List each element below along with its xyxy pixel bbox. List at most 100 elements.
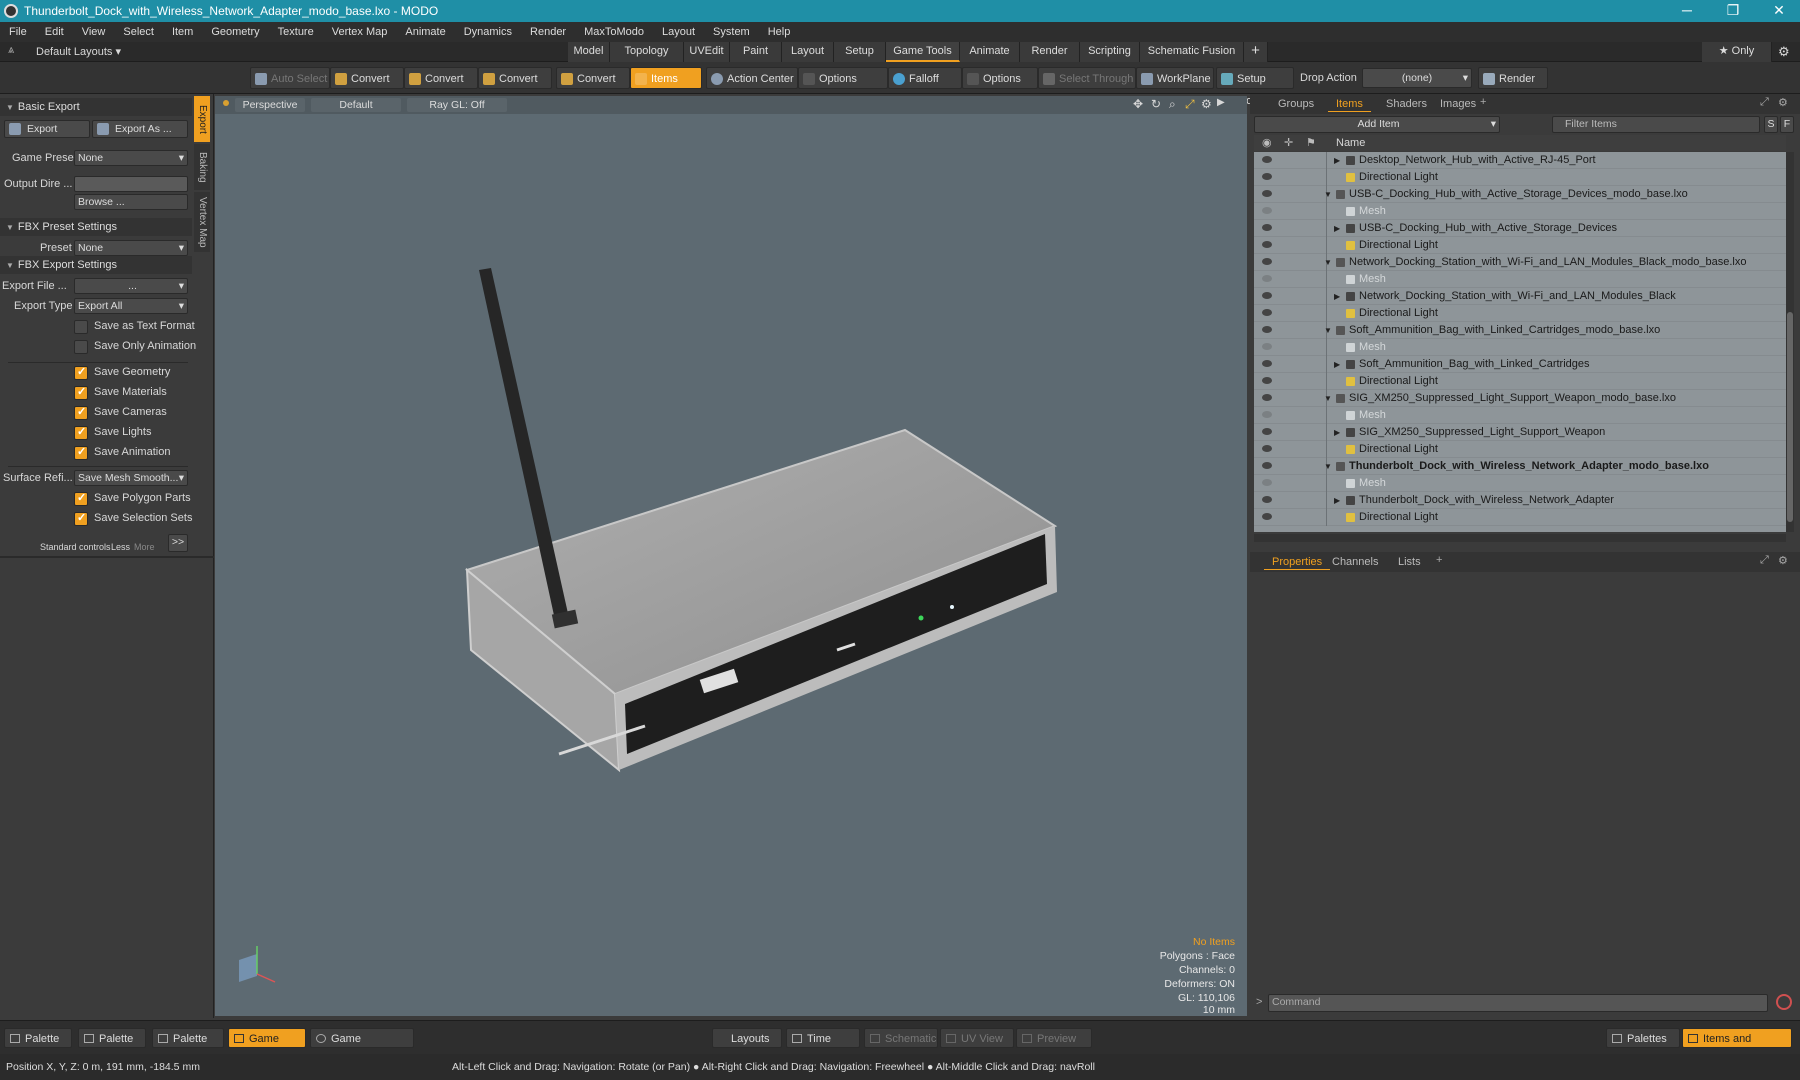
viewport-menu-arrow-icon[interactable]: ▶	[1217, 97, 1225, 108]
layouts-button[interactable]: Layouts	[712, 1028, 782, 1048]
shading-button[interactable]: Default	[311, 98, 401, 112]
eye-icon[interactable]	[1262, 428, 1272, 435]
scrollbar-thumb[interactable]	[1787, 312, 1793, 522]
convert-button-4[interactable]: Convert	[556, 67, 630, 89]
save-polygon-parts-checkbox[interactable]	[74, 491, 88, 506]
fbx-preset-header[interactable]: ▼ FBX Preset Settings	[0, 218, 192, 236]
setup-mode-button[interactable]: Setup Mode	[1216, 67, 1294, 107]
tab-export[interactable]: Export	[194, 96, 210, 142]
eye-icon[interactable]	[1262, 207, 1272, 214]
add-item-button[interactable]: Add Item	[1254, 116, 1500, 133]
auto-select-button[interactable]: Auto Select	[250, 67, 330, 89]
expand-down-icon[interactable]: ▼	[1324, 322, 1332, 339]
expand-icon[interactable]: ⤢	[1760, 96, 1769, 109]
tab-schematic-fusion[interactable]: Schematic Fusion	[1140, 42, 1244, 62]
preset-select[interactable]: None	[74, 240, 188, 256]
expand-button[interactable]: >>	[168, 534, 188, 552]
menu-layout[interactable]: Layout	[653, 26, 704, 38]
palette-button-1[interactable]: Palette	[4, 1028, 72, 1048]
filter-f-button[interactable]: F	[1780, 116, 1794, 133]
filter-s-button[interactable]: S	[1764, 116, 1778, 133]
convert-button-3[interactable]: Convert	[478, 67, 552, 89]
workplane-button[interactable]: WorkPlane	[1136, 67, 1214, 89]
eye-icon[interactable]	[1262, 462, 1272, 469]
save-text-format-checkbox[interactable]	[74, 320, 88, 334]
eye-icon[interactable]	[1262, 377, 1272, 384]
menu-vertex-map[interactable]: Vertex Map	[323, 26, 397, 38]
menu-texture[interactable]: Texture	[269, 26, 323, 38]
menu-render[interactable]: Render	[521, 26, 575, 38]
fbx-export-header[interactable]: ▼ FBX Export Settings	[0, 256, 192, 274]
menu-help[interactable]: Help	[759, 26, 800, 38]
eye-icon[interactable]	[1262, 394, 1272, 401]
preview-button[interactable]: Preview	[1016, 1028, 1092, 1048]
export-type-select[interactable]: Export All	[74, 298, 188, 314]
eye-icon[interactable]	[1262, 445, 1272, 452]
pan-icon[interactable]: ✥	[1133, 97, 1143, 111]
export-as-button[interactable]: Export As ...	[92, 120, 188, 138]
eye-icon[interactable]	[1262, 190, 1272, 197]
tab-scripting[interactable]: Scripting	[1080, 42, 1140, 62]
save-materials-checkbox[interactable]	[74, 385, 88, 400]
surface-refine-select[interactable]: Save Mesh Smooth...	[74, 470, 188, 486]
options-button-2[interactable]: Options	[962, 67, 1038, 89]
tab-game-tools[interactable]: Game Tools	[886, 42, 960, 62]
list-item[interactable]: Directional Light	[1254, 237, 1786, 254]
game-preset-select[interactable]: None	[74, 150, 188, 166]
falloff-button[interactable]: Falloff	[888, 67, 962, 89]
drop-action-select[interactable]: (none)	[1362, 68, 1472, 88]
add-tab-button[interactable]: +	[1244, 42, 1268, 62]
only-toggle[interactable]: ★ Only	[1702, 42, 1772, 62]
expand-right-icon[interactable]: ▶	[1334, 220, 1340, 237]
expand-right-icon[interactable]: ▶	[1334, 492, 1340, 509]
maximize-icon[interactable]: ❐	[1710, 0, 1756, 22]
eye-icon[interactable]	[1262, 258, 1272, 265]
list-item[interactable]: Mesh	[1254, 407, 1786, 424]
list-item[interactable]: Directional Light	[1254, 305, 1786, 322]
list-item[interactable]: ▼ Thunderbolt_Dock_with_Wireless_Network_…	[1254, 458, 1786, 475]
lock-column-icon[interactable]: ✛	[1284, 135, 1293, 151]
expand-right-icon[interactable]: ▶	[1334, 424, 1340, 441]
expand-right-icon[interactable]: ▶	[1334, 152, 1340, 169]
expand-right-icon[interactable]: ▶	[1334, 288, 1340, 305]
items-mode-button[interactable]: Items	[630, 67, 702, 89]
tab-properties[interactable]: Properties	[1264, 554, 1331, 570]
less-link[interactable]: Less	[111, 542, 130, 552]
list-item[interactable]: Directional Light	[1254, 373, 1786, 390]
collapse-icon[interactable]: ⩓	[8, 44, 14, 57]
rotate-icon[interactable]: ↻	[1151, 97, 1161, 111]
list-item[interactable]: ▶ Thunderbolt_Dock_with_Wireless_Network_…	[1254, 492, 1786, 509]
list-item[interactable]: Directional Light	[1254, 169, 1786, 186]
select-through-button[interactable]: Select Through	[1038, 67, 1136, 89]
save-lights-checkbox[interactable]	[74, 425, 88, 440]
palette-button-3[interactable]: Palette	[152, 1028, 224, 1048]
eye-icon[interactable]	[1262, 173, 1272, 180]
eye-icon[interactable]	[1262, 275, 1272, 282]
name-column-header[interactable]: Name	[1336, 135, 1365, 151]
tab-lists[interactable]: Lists	[1390, 554, 1429, 570]
eye-icon[interactable]	[1262, 224, 1272, 231]
view-type-button[interactable]: Perspective	[235, 98, 305, 112]
convert-button-1[interactable]: Convert	[330, 67, 404, 89]
zoom-icon[interactable]: ⌕	[1169, 97, 1176, 112]
expand-down-icon[interactable]: ▼	[1324, 186, 1332, 203]
browse-button[interactable]: Browse ...	[74, 194, 188, 210]
tab-images[interactable]: Images	[1432, 96, 1484, 112]
items-scrollbar[interactable]	[1786, 152, 1794, 532]
action-center-button[interactable]: Action Center	[706, 67, 798, 89]
palettes-button[interactable]: Palettes	[1606, 1028, 1680, 1048]
basic-export-header[interactable]: ▼ Basic Export	[0, 98, 192, 116]
schematic-button[interactable]: Schematic	[864, 1028, 938, 1048]
eye-icon[interactable]	[1262, 156, 1272, 163]
tab-paint[interactable]: Paint	[730, 42, 782, 62]
list-item[interactable]: ▶ Desktop_Network_Hub_with_Active_RJ-45_P…	[1254, 152, 1786, 169]
list-item[interactable]: ▶ Soft_Ammunition_Bag_with_Linked_Cartrid…	[1254, 356, 1786, 373]
save-selection-sets-checkbox[interactable]	[74, 511, 88, 526]
tab-layout[interactable]: Layout	[782, 42, 834, 62]
close-icon[interactable]: ✕	[1756, 0, 1800, 22]
list-item[interactable]: Directional Light	[1254, 509, 1786, 526]
panel-gear-icon[interactable]: ⚙	[1778, 554, 1788, 567]
add-tab-icon[interactable]: +	[1480, 96, 1486, 108]
expand-down-icon[interactable]: ▼	[1324, 390, 1332, 407]
menu-animate[interactable]: Animate	[396, 26, 454, 38]
